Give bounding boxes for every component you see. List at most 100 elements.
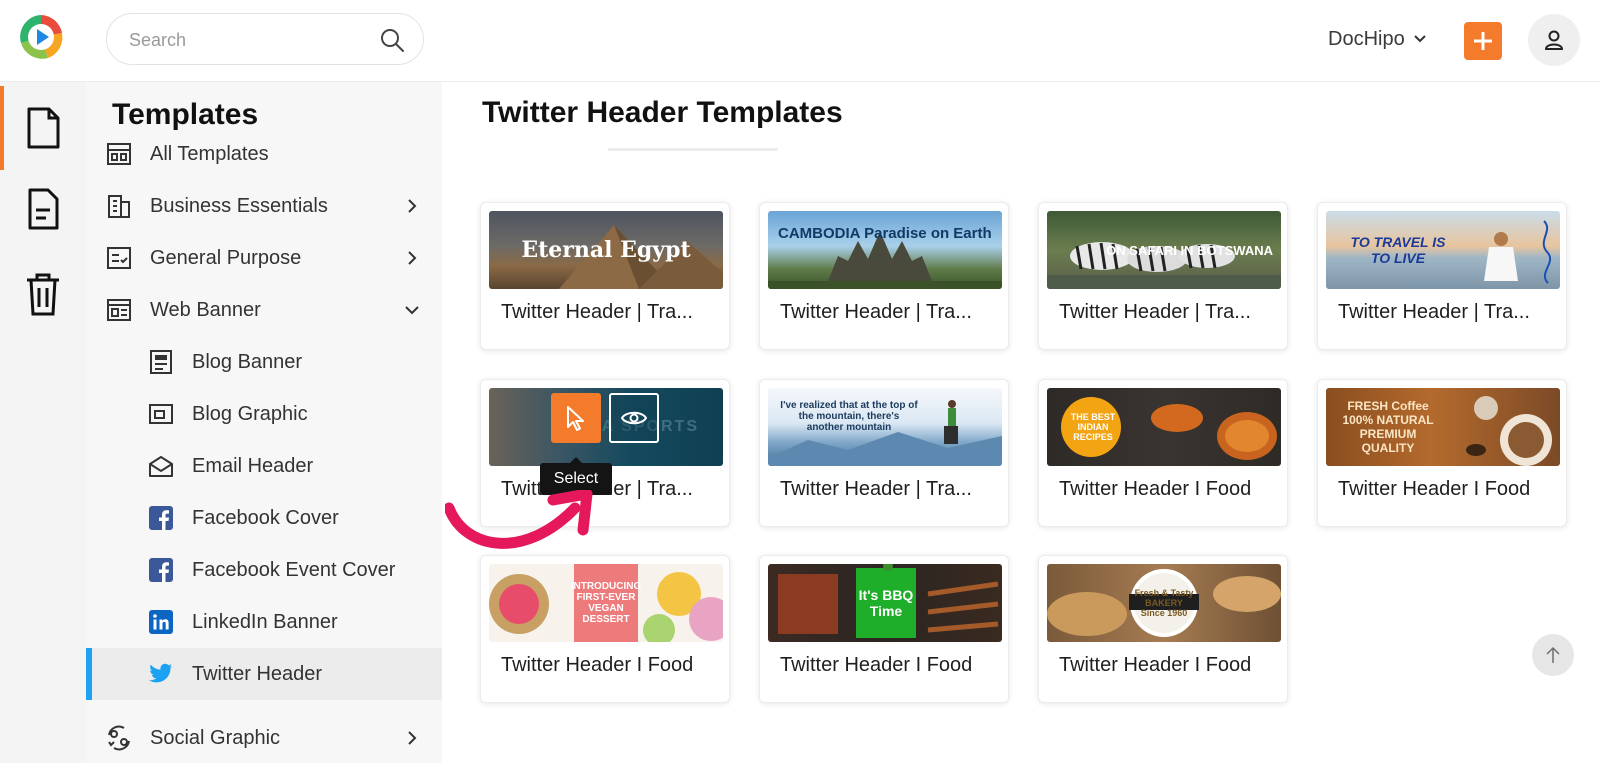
template-thumbnail: THE BEST INDIAN RECIPES (1047, 388, 1281, 466)
template-thumbnail: INTRODUCING FIRST-EVER VEGAN DESSERT (489, 564, 723, 642)
rail-active-indicator (0, 86, 4, 170)
template-card[interactable]: I've realized that at the top of the mou… (759, 379, 1009, 527)
sidebar-item-label: All Templates (150, 142, 269, 165)
template-thumbnail: Fresh & Tasty BAKERY Since 1960 (1047, 564, 1281, 642)
sidebar-item-label: Blog Banner (192, 350, 303, 373)
user-icon (1544, 30, 1564, 50)
template-card[interactable]: CAMBODIA Paradise on Earth Twitter Heade… (759, 202, 1009, 350)
sidebar-item-label: Social Graphic (150, 726, 281, 749)
sidebar-item-label: Business Essentials (150, 194, 328, 217)
sidebar-item-blog-graphic[interactable]: Blog Graphic (86, 388, 442, 440)
template-card-title: Twitter Header | Tra... (1338, 301, 1530, 323)
thumbnail-caption: TO TRAVEL IS TO LIVE (1350, 234, 1446, 266)
building-icon (106, 193, 132, 219)
sidebar-active-indicator (86, 648, 92, 700)
sidebar-item-all-templates[interactable]: All Templates (86, 128, 442, 180)
template-card-title: Twitter Header | Tra... (501, 301, 693, 323)
facebook-icon (148, 557, 174, 583)
chevron-down-icon (405, 306, 419, 315)
rail-trash-button[interactable] (18, 265, 68, 323)
search-input[interactable] (129, 26, 369, 54)
template-thumbnail: NOVA SPORTS (489, 388, 723, 466)
rail-designs-button[interactable] (18, 180, 68, 238)
account-dropdown[interactable]: DocHipo (1328, 24, 1427, 54)
sidebar-item-twitter-header[interactable]: Twitter Header (86, 648, 442, 700)
document-icon (27, 107, 60, 149)
chevron-down-icon (1413, 35, 1426, 43)
layout-grid-icon (106, 141, 132, 167)
sidebar-item-web-banner[interactable]: Web Banner (86, 284, 442, 336)
sidebar-title: Templates (112, 98, 259, 131)
sidebar-item-linkedin-banner[interactable]: LinkedIn Banner (86, 596, 442, 648)
template-card-title: Twitter Header I Food (501, 654, 694, 676)
template-thumbnail: I've realized that at the top of the mou… (768, 388, 1002, 466)
page-title: Twitter Header Templates (482, 96, 843, 129)
template-card-title: Twitter Header I Food (1059, 478, 1252, 500)
template-card[interactable]: Eternal Egypt Twitter Header | Tra... (480, 202, 730, 350)
sidebar-item-email-header[interactable]: Email Header (86, 440, 442, 492)
sidebar-item-general-purpose[interactable]: General Purpose (86, 232, 442, 284)
select-template-button[interactable] (551, 393, 601, 443)
thumbnail-caption: NOVA SPORTS (562, 418, 699, 435)
sidebar-item-blog-banner[interactable]: Blog Banner (86, 336, 442, 388)
sidebar-item-label: LinkedIn Banner (192, 610, 338, 633)
sidebar-item-social-graphic[interactable]: Social Graphic (86, 712, 442, 764)
user-avatar[interactable] (1528, 14, 1580, 66)
template-thumbnail: ON SAFARI IN BOTSWANA (1047, 211, 1281, 289)
sidebar-item-facebook-event-cover[interactable]: Facebook Event Cover (86, 544, 442, 596)
template-thumbnail: It's BBQ Time (768, 564, 1002, 642)
thumbnail-caption: CAMBODIA Paradise on Earth (778, 225, 992, 242)
template-card[interactable]: THE BEST INDIAN RECIPES Twitter Header I… (1038, 379, 1288, 527)
template-card-title: Twitter Header I Food (1059, 654, 1252, 676)
template-card[interactable]: Fresh & Tasty BAKERY Since 1960 Twitter … (1038, 555, 1288, 703)
sidebar-item-label: Facebook Event Cover (192, 558, 396, 581)
cursor-icon (567, 406, 584, 431)
template-thumbnail: FRESH Coffee 100% NATURAL PREMIUM QUALIT… (1326, 388, 1560, 466)
thumbnail-caption: INTRODUCING FIRST-EVER VEGAN DESSERT (570, 581, 642, 625)
template-thumbnail: Eternal Egypt (489, 211, 723, 289)
sidebar-item-business-essentials[interactable]: Business Essentials (86, 180, 442, 232)
sidebar-item-label: Web Banner (150, 298, 261, 321)
template-card-title: Twitter Header | Tra... (1059, 301, 1251, 323)
sidebar-item-label: Facebook Cover (192, 506, 339, 529)
dochipo-logo[interactable] (18, 13, 64, 61)
template-card-title: Twitter Header | Tra... (780, 301, 972, 323)
chevron-right-icon (408, 251, 417, 265)
title-divider (608, 148, 778, 151)
curved-arrow-annotation (445, 490, 593, 549)
thumbnail-caption: FRESH Coffee 100% NATURAL PREMIUM QUALIT… (1342, 399, 1434, 455)
account-name: DocHipo (1328, 27, 1405, 50)
trash-icon (27, 273, 59, 316)
templates-sidebar: Templates All Templates Business Essenti… (86, 82, 442, 763)
sidebar-item-label: Twitter Header (192, 662, 323, 685)
template-card[interactable]: It's BBQ Time Twitter Header I Food (759, 555, 1009, 703)
template-card[interactable]: TO TRAVEL IS TO LIVE Twitter Header | Tr… (1317, 202, 1567, 350)
sidebar-item-label: General Purpose (150, 246, 302, 269)
template-card-title: Twitter Header I Food (780, 654, 973, 676)
template-card[interactable]: FRESH Coffee 100% NATURAL PREMIUM QUALIT… (1317, 379, 1567, 527)
template-card[interactable]: INTRODUCING FIRST-EVER VEGAN DESSERT Twi… (480, 555, 730, 703)
chevron-right-icon (408, 731, 417, 745)
scroll-to-top-button[interactable] (1532, 634, 1574, 676)
icon-rail (0, 82, 86, 763)
social-graphic-icon (106, 725, 132, 751)
create-new-button[interactable] (1464, 22, 1502, 60)
template-card[interactable]: ON SAFARI IN BOTSWANA Twitter Header | T… (1038, 202, 1288, 350)
sidebar-item-label: Blog Graphic (192, 402, 308, 425)
sidebar-item-facebook-cover[interactable]: Facebook Cover (86, 492, 442, 544)
search-icon[interactable] (379, 27, 405, 53)
chevron-right-icon (408, 199, 417, 213)
arrow-up-icon (1546, 646, 1560, 663)
file-text-icon (28, 188, 59, 230)
thumbnail-caption: Fresh & Tasty BAKERY Since 1960 (1134, 588, 1194, 618)
top-bar: DocHipo (0, 0, 1600, 82)
preview-template-button[interactable] (609, 393, 659, 443)
thumbnail-caption: Eternal Egypt (521, 237, 691, 263)
linkedin-icon (148, 609, 174, 635)
rail-templates-button[interactable] (18, 99, 68, 157)
template-card-title: Twitter Header I Food (1338, 478, 1531, 500)
facebook-icon (148, 505, 174, 531)
thumbnail-caption: ON SAFARI IN BOTSWANA (1106, 242, 1273, 258)
search-box (106, 13, 424, 65)
thumbnail-caption: It's BBQ Time (858, 587, 914, 619)
